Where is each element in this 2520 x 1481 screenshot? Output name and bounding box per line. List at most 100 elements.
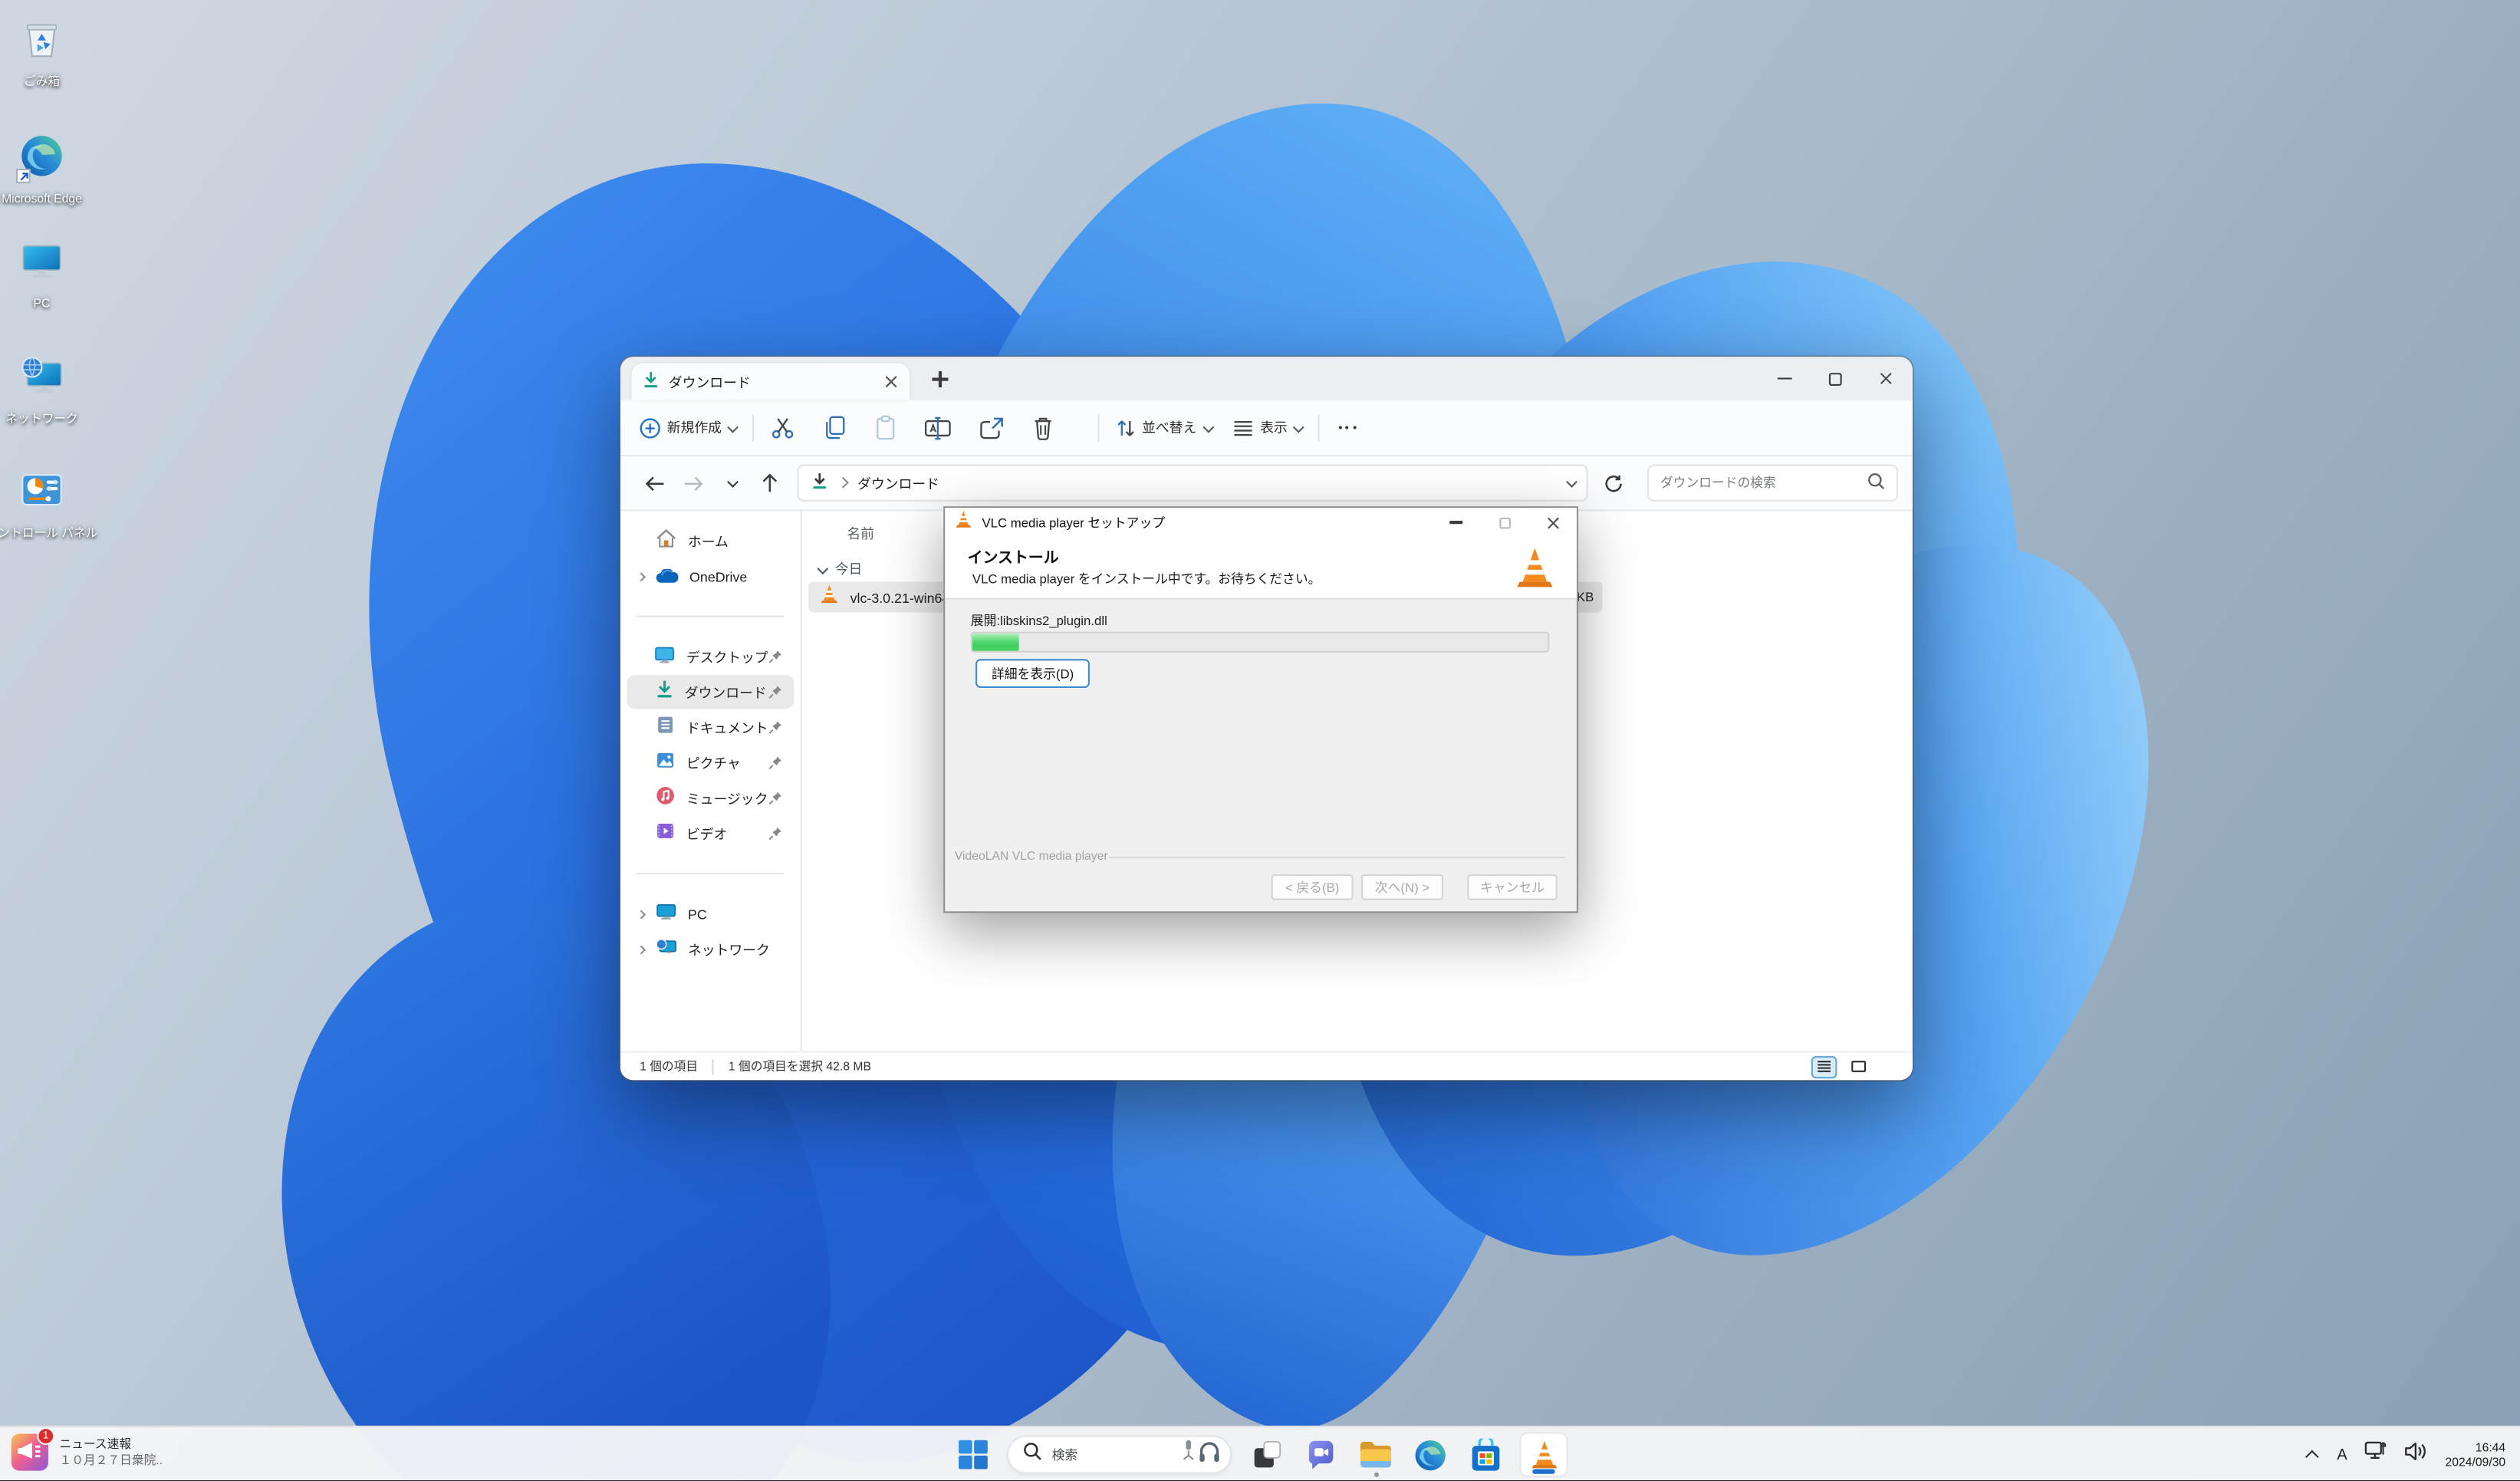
tab-title: ダウンロード — [669, 372, 751, 391]
vlc-cone-icon — [820, 583, 839, 612]
cut-button[interactable] — [769, 415, 795, 441]
sidebar-item-label: デスクトップ — [686, 647, 768, 666]
view-toggles — [1811, 1055, 1871, 1078]
pin-icon — [768, 749, 783, 778]
desktop-icon-pc[interactable]: PC — [0, 238, 103, 310]
show-details-button[interactable]: 詳細を表示(D) — [975, 659, 1090, 688]
recent-locations-button[interactable] — [712, 479, 750, 486]
chat-button[interactable] — [1301, 1435, 1341, 1475]
vlc-taskbar-button[interactable] — [1519, 1433, 1568, 1478]
rename-button[interactable] — [923, 416, 951, 439]
chevron-right-icon[interactable] — [637, 909, 646, 918]
dialog-minimize-button[interactable] — [1432, 508, 1480, 537]
dialog-description: VLC media player をインストール中です。お待ちください。 — [972, 571, 1321, 588]
file-explorer-button[interactable] — [1356, 1435, 1396, 1475]
paste-button[interactable] — [873, 415, 896, 441]
desktop-icon-network[interactable]: ネットワーク — [0, 354, 103, 426]
group-header-today[interactable]: 今日 — [818, 559, 863, 578]
progress-status-label: 展開:libskins2_plugin.dll — [971, 612, 1107, 630]
sidebar-item-downloads[interactable]: ダウンロード — [627, 675, 794, 709]
volume-tray-icon[interactable] — [2405, 1440, 2427, 1469]
sidebar-item-home[interactable]: ホーム — [627, 524, 794, 558]
widget-headline: ニュース速報 — [60, 1437, 163, 1453]
forward-button[interactable] — [673, 475, 712, 491]
dialog-close-button[interactable] — [1528, 508, 1577, 537]
ime-mode-indicator[interactable]: A — [2337, 1446, 2347, 1464]
up-button[interactable] — [751, 472, 789, 493]
network-tray-icon[interactable] — [2365, 1440, 2387, 1469]
edge-icon — [19, 133, 64, 186]
windows-logo-icon — [956, 1439, 989, 1471]
sidebar-item-pc[interactable]: PC — [627, 897, 794, 930]
taskbar-clock[interactable]: 16:44 2024/09/30 — [2446, 1440, 2506, 1470]
microsoft-store-button[interactable] — [1465, 1435, 1505, 1475]
sidebar-item-videos[interactable]: ビデオ — [627, 817, 794, 851]
column-header-name[interactable]: 名前 — [847, 524, 874, 543]
delete-button[interactable] — [1031, 415, 1053, 441]
sort-arrows-icon — [1114, 417, 1135, 438]
edge-button[interactable] — [1410, 1435, 1450, 1475]
taskbar-search-box[interactable]: 検索 — [1007, 1436, 1232, 1474]
chevron-right-icon[interactable] — [637, 571, 646, 581]
divider — [1097, 414, 1098, 442]
maximize-button[interactable] — [1810, 357, 1861, 400]
more-options-button[interactable] — [1338, 426, 1357, 429]
tab-downloads[interactable]: ダウンロード — [632, 364, 910, 400]
search-box[interactable]: ダウンロードの検索 — [1647, 465, 1898, 502]
cancel-button[interactable]: キャンセル — [1467, 874, 1557, 900]
chevron-right-icon[interactable] — [637, 945, 646, 954]
running-indicator — [1373, 1472, 1378, 1476]
close-button[interactable] — [1861, 357, 1913, 400]
minimize-button[interactable] — [1758, 357, 1810, 400]
desktop-icon-edge[interactable]: Microsoft Edge — [0, 133, 103, 206]
address-dropdown-icon[interactable] — [1566, 477, 1576, 487]
pin-icon — [768, 784, 783, 813]
task-view-button[interactable] — [1246, 1435, 1286, 1475]
chevron-right-icon — [837, 478, 847, 488]
view-button[interactable]: 表示 — [1232, 418, 1301, 437]
divider — [1109, 857, 1565, 858]
share-button[interactable] — [978, 416, 1004, 439]
large-icons-view-button[interactable] — [1845, 1055, 1871, 1078]
next-button[interactable]: 次へ(N) > — [1361, 874, 1443, 900]
news-widget-icon: 1 — [12, 1434, 48, 1471]
pc-small-icon — [656, 900, 676, 929]
sidebar-item-pictures[interactable]: ピクチャ — [627, 745, 794, 779]
dialog-title-bar[interactable]: VLC media player セットアップ — [945, 508, 1577, 537]
pin-icon — [768, 713, 783, 742]
task-view-icon — [1250, 1439, 1282, 1471]
videos-icon — [656, 819, 675, 848]
new-button[interactable]: 新規作成 — [640, 417, 735, 438]
dialog-heading: インストール — [968, 545, 1059, 567]
divider — [752, 414, 753, 442]
sidebar-item-documents[interactable]: ドキュメント — [627, 710, 794, 744]
desktop: ごみ箱 Microsoft Edge PC ネットワーク コントロール パネル … — [0, 0, 2520, 1481]
desktop-icon-control-panel[interactable]: コントロール パネル — [0, 468, 103, 540]
new-tab-button[interactable] — [933, 371, 949, 387]
back-button[interactable]: < 戻る(B) — [1272, 874, 1354, 900]
sidebar-item-onedrive[interactable]: OneDrive — [627, 559, 794, 593]
sidebar-item-music[interactable]: ミュージック — [627, 782, 794, 815]
back-button[interactable] — [635, 475, 673, 491]
tray-overflow-chevron-icon[interactable] — [2305, 1450, 2319, 1464]
control-panel-icon — [19, 468, 64, 521]
address-bar[interactable]: ダウンロード — [797, 465, 1587, 502]
details-view-button[interactable] — [1811, 1055, 1837, 1078]
start-button[interactable] — [952, 1435, 992, 1475]
new-button-label: 新規作成 — [667, 418, 722, 437]
sidebar-item-desktop[interactable]: デスクトップ — [627, 640, 794, 673]
status-bar: 1 個の項目 1 個の項目を選択 42.8 MB — [620, 1052, 1913, 1081]
clock-date: 2024/09/30 — [2446, 1455, 2506, 1470]
breadcrumb[interactable]: ダウンロード — [857, 473, 939, 492]
refresh-button[interactable] — [1594, 473, 1633, 492]
widgets-button[interactable]: 1 ニュース速報 １０月２７日衆院.. — [12, 1434, 163, 1471]
pin-icon — [768, 642, 783, 671]
sort-button[interactable]: 並べ替え — [1114, 417, 1210, 438]
copy-button[interactable] — [822, 415, 846, 441]
sidebar-divider — [637, 873, 785, 874]
plus-circle-icon — [640, 417, 660, 438]
dialog-maximize-button[interactable] — [1480, 508, 1528, 537]
tab-close-icon[interactable] — [884, 374, 899, 389]
desktop-icon-recycle-bin[interactable]: ごみ箱 — [0, 16, 103, 88]
sidebar-item-network[interactable]: ネットワーク — [627, 933, 794, 966]
